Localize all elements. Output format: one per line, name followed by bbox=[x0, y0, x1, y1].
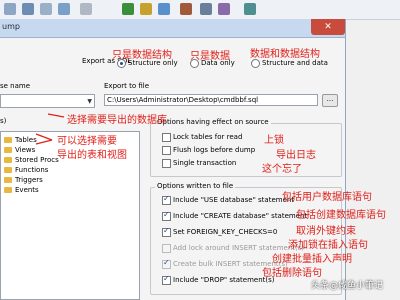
toolbar-button-8[interactable] bbox=[158, 3, 170, 15]
tree-item-label: Tables bbox=[15, 136, 37, 144]
add-lock-checkbox[interactable] bbox=[162, 244, 171, 253]
use-database-checkbox[interactable] bbox=[162, 194, 171, 205]
annotation-fk-checks: 取消外键约束 bbox=[296, 226, 356, 237]
folder-icon bbox=[4, 137, 12, 143]
chevron-down-icon: ▼ bbox=[87, 98, 92, 105]
toolbar-button-3[interactable] bbox=[40, 3, 52, 15]
toolbar-button-12[interactable] bbox=[244, 3, 256, 15]
close-button[interactable]: ✕ bbox=[311, 19, 345, 35]
folder-icon bbox=[4, 147, 12, 153]
annotation-drop: 包括删除语句 bbox=[262, 268, 322, 279]
folder-icon bbox=[4, 167, 12, 173]
structure-and-data-radio[interactable] bbox=[251, 59, 260, 68]
lock-tables-checkbox[interactable] bbox=[162, 133, 171, 142]
annotation-data-only: 只是数据 bbox=[190, 51, 230, 62]
annotation-structure-only: 只是数据结构 bbox=[112, 50, 172, 61]
toolbar-button-9[interactable] bbox=[180, 3, 192, 15]
drop-statements-checkbox[interactable] bbox=[162, 274, 171, 285]
annotation-select-tables-line1: 可以选择需要 bbox=[57, 136, 117, 147]
tree-item-tables[interactable]: Tables bbox=[4, 136, 37, 146]
folder-icon bbox=[4, 187, 12, 193]
dialog-title: ump bbox=[2, 22, 20, 31]
folder-icon bbox=[4, 157, 12, 163]
toolbar-button-2[interactable] bbox=[22, 3, 34, 15]
database-select[interactable]: ▼ bbox=[0, 94, 95, 108]
app-toolbar bbox=[0, 0, 400, 20]
tree-item-label: Functions bbox=[15, 166, 49, 174]
toolbar-button-11[interactable] bbox=[218, 3, 230, 15]
tree-item-label: Events bbox=[15, 186, 39, 194]
annotation-add-lock: 添加锁在插入语句 bbox=[288, 240, 368, 251]
toolbar-button-10[interactable] bbox=[200, 3, 212, 15]
toolbar-button-6[interactable] bbox=[122, 3, 134, 15]
single-transaction-label: Single transaction bbox=[173, 159, 237, 167]
toolbar-button-4[interactable] bbox=[58, 3, 70, 15]
drop-statements-label: Include "DROP" statement(s) bbox=[173, 276, 275, 284]
foreign-key-checks-checkbox[interactable] bbox=[162, 226, 171, 237]
annotation-flush-logs: 导出日志 bbox=[276, 150, 316, 161]
annotation-structure-and-data: 数据和数据结构 bbox=[250, 49, 320, 60]
tree-item-label: Triggers bbox=[15, 176, 43, 184]
annotation-use-database: 包括用户数据库语句 bbox=[282, 192, 372, 203]
tree-item-label: Stored Procs bbox=[15, 156, 59, 164]
export-to-file-label: Export to file bbox=[104, 82, 150, 90]
annotation-select-tables-line2: 导出的表和视图 bbox=[57, 150, 127, 161]
annotation-select-database: 选择需要导出的数据库 bbox=[67, 115, 167, 126]
browse-button[interactable]: ... bbox=[322, 94, 338, 107]
toolbar-button-5[interactable] bbox=[80, 3, 92, 15]
source-options-title: Options having effect on source bbox=[155, 118, 271, 126]
tree-item-label: Views bbox=[15, 146, 36, 154]
export-path-input[interactable]: C:\Users\Administrator\Desktop\cmdbbf.sq… bbox=[104, 94, 318, 106]
create-database-label: Include "CREATE database" statement bbox=[173, 212, 308, 220]
annotation-forgot: 这个忘了 bbox=[262, 164, 302, 175]
file-options-title: Options written to file bbox=[155, 182, 236, 190]
watermark: 头条@咸鱼小筆记 bbox=[311, 281, 384, 291]
create-database-checkbox[interactable] bbox=[162, 210, 171, 221]
bulk-insert-checkbox[interactable] bbox=[162, 258, 171, 269]
objects-label: s) bbox=[0, 117, 7, 125]
dialog-titlebar: ump ✕ bbox=[0, 19, 345, 38]
flush-logs-checkbox[interactable] bbox=[162, 146, 171, 155]
structure-and-data-label: Structure and data bbox=[262, 59, 328, 67]
flush-logs-label: Flush logs before dump bbox=[173, 146, 256, 154]
single-transaction-checkbox[interactable] bbox=[162, 159, 171, 168]
tree-item-stored-procs[interactable]: Stored Procs bbox=[4, 156, 59, 166]
annotation-create-database: 包括创建数据库语句 bbox=[296, 210, 386, 221]
database-name-label: se name bbox=[0, 82, 31, 90]
tree-item-triggers[interactable]: Triggers bbox=[4, 176, 43, 186]
toolbar-button-1[interactable] bbox=[4, 3, 16, 15]
tree-item-views[interactable]: Views bbox=[4, 146, 35, 156]
annotation-bulk-insert: 创建批量插入声明 bbox=[272, 254, 352, 265]
annotation-lock: 上锁 bbox=[264, 135, 284, 146]
tree-item-events[interactable]: Events bbox=[4, 186, 39, 196]
tree-item-functions[interactable]: Functions bbox=[4, 166, 48, 176]
use-database-label: Include "USE database" statement bbox=[173, 196, 295, 204]
toolbar-button-7[interactable] bbox=[140, 3, 152, 15]
foreign-key-checks-label: Set FOREIGN_KEY_CHECKS=0 bbox=[173, 228, 278, 236]
lock-tables-label: Lock tables for read bbox=[173, 133, 243, 141]
folder-icon bbox=[4, 177, 12, 183]
